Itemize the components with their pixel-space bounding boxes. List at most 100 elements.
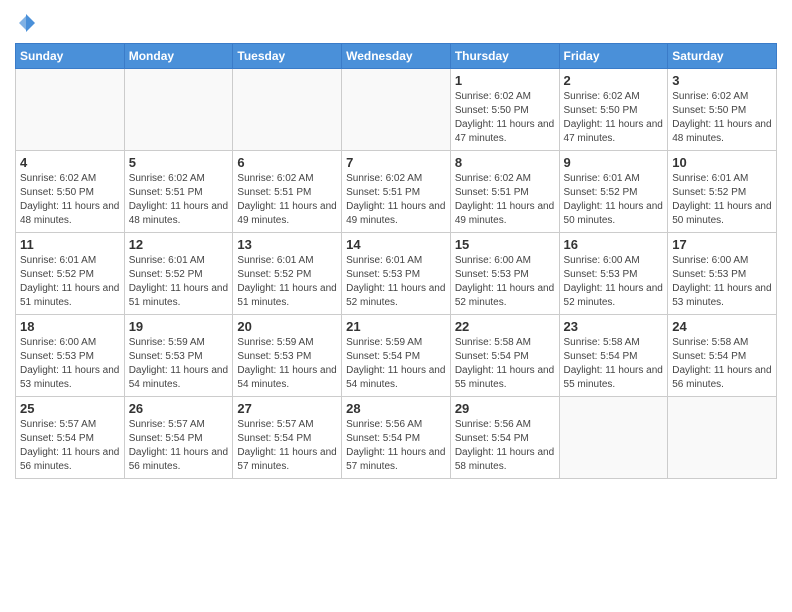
day-info: Sunrise: 6:00 AMSunset: 5:53 PMDaylight:…: [564, 254, 664, 310]
calendar-cell: 22 Sunrise: 5:58 AMSunset: 5:54 PMDayligh…: [450, 315, 559, 397]
calendar-cell: 17 Sunrise: 6:00 AMSunset: 5:53 PMDayligh…: [668, 233, 777, 315]
day-info: Sunrise: 5:57 AMSunset: 5:54 PMDaylight:…: [129, 418, 229, 474]
day-number: 10: [672, 155, 772, 170]
day-number: 27: [237, 401, 337, 416]
calendar-cell: 25 Sunrise: 5:57 AMSunset: 5:54 PMDayligh…: [16, 397, 125, 479]
calendar-cell: 1 Sunrise: 6:02 AMSunset: 5:50 PMDaylight…: [450, 69, 559, 151]
calendar-cell: 13 Sunrise: 6:01 AMSunset: 5:52 PMDayligh…: [233, 233, 342, 315]
day-info: Sunrise: 6:02 AMSunset: 5:50 PMDaylight:…: [20, 172, 120, 228]
day-number: 19: [129, 319, 229, 334]
day-info: Sunrise: 5:59 AMSunset: 5:53 PMDaylight:…: [129, 336, 229, 392]
day-info: Sunrise: 6:01 AMSunset: 5:52 PMDaylight:…: [237, 254, 337, 310]
calendar-header-row: SundayMondayTuesdayWednesdayThursdayFrid…: [16, 44, 777, 69]
day-number: 28: [346, 401, 446, 416]
calendar-week-3: 11 Sunrise: 6:01 AMSunset: 5:52 PMDayligh…: [16, 233, 777, 315]
calendar-cell: [16, 69, 125, 151]
day-info: Sunrise: 5:58 AMSunset: 5:54 PMDaylight:…: [564, 336, 664, 392]
calendar-cell: 29Sunrise: 5:56 AMSunset: 5:54 PMDayligh…: [450, 397, 559, 479]
calendar-cell: 18 Sunrise: 6:00 AMSunset: 5:53 PMDayligh…: [16, 315, 125, 397]
day-info: Sunrise: 6:01 AMSunset: 5:53 PMDaylight:…: [346, 254, 446, 310]
logo-icon: [17, 19, 35, 36]
page-header: [15, 10, 777, 37]
calendar-cell: 3Sunrise: 6:02 AMSunset: 5:50 PMDaylight…: [668, 69, 777, 151]
day-info: Sunrise: 6:02 AMSunset: 5:51 PMDaylight:…: [237, 172, 337, 228]
day-header-friday: Friday: [559, 44, 668, 69]
day-number: 20: [237, 319, 337, 334]
day-number: 15: [455, 237, 555, 252]
day-info: Sunrise: 6:02 AMSunset: 5:50 PMDaylight:…: [564, 90, 664, 146]
calendar-cell: 14 Sunrise: 6:01 AMSunset: 5:53 PMDayligh…: [342, 233, 451, 315]
calendar-week-2: 4 Sunrise: 6:02 AMSunset: 5:50 PMDaylight…: [16, 151, 777, 233]
day-info: Sunrise: 5:57 AMSunset: 5:54 PMDaylight:…: [237, 418, 337, 474]
calendar-week-1: 1 Sunrise: 6:02 AMSunset: 5:50 PMDaylight…: [16, 69, 777, 151]
day-info: Sunrise: 5:58 AMSunset: 5:54 PMDaylight:…: [455, 336, 555, 392]
day-info: Sunrise: 6:01 AMSunset: 5:52 PMDaylight:…: [564, 172, 664, 228]
day-info: Sunrise: 5:59 AMSunset: 5:54 PMDaylight:…: [346, 336, 446, 392]
calendar-cell: 19 Sunrise: 5:59 AMSunset: 5:53 PMDayligh…: [124, 315, 233, 397]
day-number: 3: [672, 73, 772, 88]
calendar-cell: 24Sunrise: 5:58 AMSunset: 5:54 PMDayligh…: [668, 315, 777, 397]
day-number: 14: [346, 237, 446, 252]
day-header-tuesday: Tuesday: [233, 44, 342, 69]
day-header-saturday: Saturday: [668, 44, 777, 69]
calendar-cell: [668, 397, 777, 479]
day-info: Sunrise: 6:02 AMSunset: 5:51 PMDaylight:…: [346, 172, 446, 228]
day-number: 29: [455, 401, 555, 416]
calendar-cell: 27 Sunrise: 5:57 AMSunset: 5:54 PMDayligh…: [233, 397, 342, 479]
day-number: 5: [129, 155, 229, 170]
day-number: 8: [455, 155, 555, 170]
day-number: 7: [346, 155, 446, 170]
calendar-cell: 12 Sunrise: 6:01 AMSunset: 5:52 PMDayligh…: [124, 233, 233, 315]
calendar-cell: 8 Sunrise: 6:02 AMSunset: 5:51 PMDaylight…: [450, 151, 559, 233]
day-number: 18: [20, 319, 120, 334]
day-header-thursday: Thursday: [450, 44, 559, 69]
day-info: Sunrise: 6:02 AMSunset: 5:51 PMDaylight:…: [129, 172, 229, 228]
day-info: Sunrise: 6:00 AMSunset: 5:53 PMDaylight:…: [455, 254, 555, 310]
day-number: 22: [455, 319, 555, 334]
day-number: 21: [346, 319, 446, 334]
calendar-cell: 4 Sunrise: 6:02 AMSunset: 5:50 PMDaylight…: [16, 151, 125, 233]
day-header-sunday: Sunday: [16, 44, 125, 69]
calendar-week-5: 25 Sunrise: 5:57 AMSunset: 5:54 PMDayligh…: [16, 397, 777, 479]
day-number: 26: [129, 401, 229, 416]
day-info: Sunrise: 6:00 AMSunset: 5:53 PMDaylight:…: [672, 254, 772, 310]
calendar-cell: 11 Sunrise: 6:01 AMSunset: 5:52 PMDayligh…: [16, 233, 125, 315]
day-number: 16: [564, 237, 664, 252]
calendar-cell: 21 Sunrise: 5:59 AMSunset: 5:54 PMDayligh…: [342, 315, 451, 397]
day-number: 13: [237, 237, 337, 252]
day-info: Sunrise: 6:02 AMSunset: 5:51 PMDaylight:…: [455, 172, 555, 228]
calendar-cell: [559, 397, 668, 479]
day-info: Sunrise: 6:02 AMSunset: 5:50 PMDaylight:…: [455, 90, 555, 146]
day-info: Sunrise: 5:59 AMSunset: 5:53 PMDaylight:…: [237, 336, 337, 392]
day-number: 4: [20, 155, 120, 170]
day-number: 11: [20, 237, 120, 252]
calendar-cell: 20 Sunrise: 5:59 AMSunset: 5:53 PMDayligh…: [233, 315, 342, 397]
day-number: 1: [455, 73, 555, 88]
day-header-wednesday: Wednesday: [342, 44, 451, 69]
day-number: 12: [129, 237, 229, 252]
day-info: Sunrise: 5:57 AMSunset: 5:54 PMDaylight:…: [20, 418, 120, 474]
day-info: Sunrise: 6:01 AMSunset: 5:52 PMDaylight:…: [672, 172, 772, 228]
day-info: Sunrise: 6:01 AMSunset: 5:52 PMDaylight:…: [20, 254, 120, 310]
calendar-cell: 15 Sunrise: 6:00 AMSunset: 5:53 PMDayligh…: [450, 233, 559, 315]
calendar-cell: 9 Sunrise: 6:01 AMSunset: 5:52 PMDaylight…: [559, 151, 668, 233]
logo: [15, 14, 35, 37]
calendar-cell: 28 Sunrise: 5:56 AMSunset: 5:54 PMDayligh…: [342, 397, 451, 479]
day-info: Sunrise: 5:56 AMSunset: 5:54 PMDaylight:…: [346, 418, 446, 474]
day-number: 6: [237, 155, 337, 170]
day-number: 2: [564, 73, 664, 88]
calendar-week-4: 18 Sunrise: 6:00 AMSunset: 5:53 PMDayligh…: [16, 315, 777, 397]
day-number: 25: [20, 401, 120, 416]
day-header-monday: Monday: [124, 44, 233, 69]
day-number: 17: [672, 237, 772, 252]
calendar-cell: 10 Sunrise: 6:01 AMSunset: 5:52 PMDayligh…: [668, 151, 777, 233]
day-info: Sunrise: 5:58 AMSunset: 5:54 PMDaylight:…: [672, 336, 772, 392]
day-info: Sunrise: 6:00 AMSunset: 5:53 PMDaylight:…: [20, 336, 120, 392]
calendar-cell: [233, 69, 342, 151]
day-number: 9: [564, 155, 664, 170]
calendar-cell: 6 Sunrise: 6:02 AMSunset: 5:51 PMDaylight…: [233, 151, 342, 233]
calendar-table: SundayMondayTuesdayWednesdayThursdayFrid…: [15, 43, 777, 479]
day-number: 23: [564, 319, 664, 334]
calendar-cell: 7 Sunrise: 6:02 AMSunset: 5:51 PMDaylight…: [342, 151, 451, 233]
day-info: Sunrise: 6:01 AMSunset: 5:52 PMDaylight:…: [129, 254, 229, 310]
